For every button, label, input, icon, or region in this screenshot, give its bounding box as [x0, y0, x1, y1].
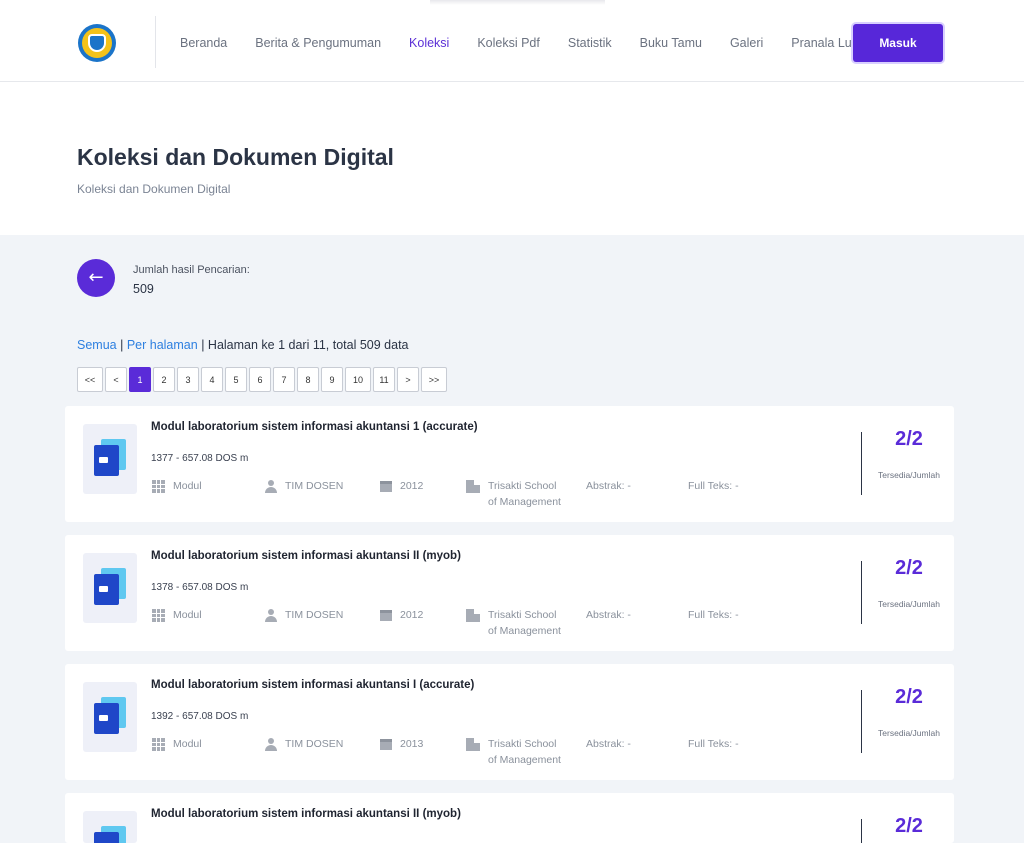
- navbar: Beranda Berita & Pengumuman Koleksi Kole…: [0, 0, 1024, 82]
- search-count-value: 509: [133, 282, 154, 296]
- page-last-button[interactable]: >>: [421, 367, 447, 392]
- result-title[interactable]: Modul laboratorium sistem informasi akun…: [151, 808, 461, 820]
- user-icon: [265, 609, 277, 622]
- result-year: 2013: [380, 738, 423, 750]
- page-10-button[interactable]: 10: [345, 367, 371, 392]
- show-all-link[interactable]: Semua: [77, 338, 117, 352]
- result-type: Modul: [152, 480, 202, 493]
- page-3-button[interactable]: 3: [177, 367, 199, 392]
- back-button[interactable]: ←: [77, 259, 115, 297]
- result-type: Modul: [152, 609, 202, 622]
- top-shadow: [430, 0, 605, 5]
- book-icon: [83, 424, 137, 494]
- availability-count: 2/2: [895, 557, 923, 579]
- result-abstract: Abstrak: -: [586, 609, 631, 621]
- result-publisher: Trisakti School of Management: [466, 480, 561, 510]
- card-divider: [861, 690, 862, 753]
- card-divider: [861, 561, 862, 624]
- nav-link-berita-pengumuman[interactable]: Berita & Pengumuman: [255, 36, 381, 50]
- building-icon: [466, 480, 480, 493]
- result-title[interactable]: Modul laboratorium sistem informasi akun…: [151, 550, 461, 562]
- nav-link-statistik[interactable]: Statistik: [568, 36, 612, 50]
- per-page-link[interactable]: Per halaman: [127, 338, 198, 352]
- grid-icon: [152, 738, 165, 751]
- book-icon: [83, 682, 137, 752]
- result-fulltext: Full Teks: -: [688, 738, 739, 750]
- result-card[interactable]: Modul laboratorium sistem informasi akun…: [65, 535, 954, 651]
- calendar-icon: [380, 739, 392, 750]
- nav-divider: [155, 16, 156, 68]
- result-call-number: 1392 - 657.08 DOS m: [151, 711, 249, 722]
- page-title: Koleksi dan Dokumen Digital: [77, 144, 394, 170]
- grid-icon: [152, 480, 165, 493]
- result-year: 2012: [380, 480, 423, 492]
- result-author: TIM DOSEN: [265, 609, 343, 622]
- result-publisher: Trisakti School of Management: [466, 738, 561, 768]
- availability-count: 2/2: [895, 686, 923, 708]
- logo-shield-icon: [88, 34, 106, 52]
- arrow-left-icon: ←: [88, 267, 104, 288]
- page-7-button[interactable]: 7: [273, 367, 295, 392]
- user-icon: [265, 738, 277, 751]
- nav-link-koleksi[interactable]: Koleksi: [409, 36, 449, 50]
- result-type: Modul: [152, 738, 202, 751]
- card-divider: [861, 432, 862, 495]
- availability-label: Tersedia/Jumlah: [878, 470, 940, 480]
- paging-separator: |: [201, 338, 205, 352]
- nav-link-galeri[interactable]: Galeri: [730, 36, 763, 50]
- page-2-button[interactable]: 2: [153, 367, 175, 392]
- result-year: 2012: [380, 609, 423, 621]
- nav-links: Beranda Berita & Pengumuman Koleksi Kole…: [180, 36, 908, 50]
- calendar-icon: [380, 610, 392, 621]
- page-4-button[interactable]: 4: [201, 367, 223, 392]
- result-card[interactable]: Modul laboratorium sistem informasi akun…: [65, 664, 954, 780]
- result-card[interactable]: Modul laboratorium sistem informasi akun…: [65, 406, 954, 522]
- page-8-button[interactable]: 8: [297, 367, 319, 392]
- nav-link-buku-tamu[interactable]: Buku Tamu: [640, 36, 702, 50]
- availability-label: Tersedia/Jumlah: [878, 599, 940, 609]
- search-count-label: Jumlah hasil Pencarian:: [133, 264, 250, 276]
- book-icon: [83, 811, 137, 843]
- availability-label: Tersedia/Jumlah: [878, 728, 940, 738]
- result-abstract: Abstrak: -: [586, 480, 631, 492]
- book-icon: [83, 553, 137, 623]
- tut-wuri-handayani-logo[interactable]: [78, 24, 116, 62]
- page-prev-button[interactable]: <: [105, 367, 127, 392]
- login-button[interactable]: Masuk: [853, 24, 943, 62]
- paging-separator: |: [120, 338, 124, 352]
- page-5-button[interactable]: 5: [225, 367, 247, 392]
- page-first-button[interactable]: <<: [77, 367, 103, 392]
- availability-count: 2/2: [895, 815, 923, 837]
- page-1-button[interactable]: 1: [129, 367, 151, 392]
- result-fulltext: Full Teks: -: [688, 609, 739, 621]
- page-11-button[interactable]: 11: [373, 367, 395, 392]
- card-divider: [861, 819, 862, 843]
- user-icon: [265, 480, 277, 493]
- breadcrumb: Koleksi dan Dokumen Digital: [77, 182, 231, 196]
- nav-link-beranda[interactable]: Beranda: [180, 36, 227, 50]
- result-call-number: 1378 - 657.08 DOS m: [151, 582, 249, 593]
- result-title[interactable]: Modul laboratorium sistem informasi akun…: [151, 421, 478, 433]
- building-icon: [466, 738, 480, 751]
- pagination: << < 1 2 3 4 5 6 7 8 9 10 11 > >>: [77, 367, 447, 392]
- page-6-button[interactable]: 6: [249, 367, 271, 392]
- result-card[interactable]: Modul laboratorium sistem informasi akun…: [65, 793, 954, 843]
- result-abstract: Abstrak: -: [586, 738, 631, 750]
- result-fulltext: Full Teks: -: [688, 480, 739, 492]
- nav-link-koleksi-pdf[interactable]: Koleksi Pdf: [477, 36, 540, 50]
- page-next-button[interactable]: >: [397, 367, 419, 392]
- grid-icon: [152, 609, 165, 622]
- result-author: TIM DOSEN: [265, 738, 343, 751]
- logo-emblem: [82, 28, 112, 58]
- page-9-button[interactable]: 9: [321, 367, 343, 392]
- result-author: TIM DOSEN: [265, 480, 343, 493]
- paging-summary: Halaman ke 1 dari 11, total 509 data: [207, 338, 409, 352]
- building-icon: [466, 609, 480, 622]
- result-title[interactable]: Modul laboratorium sistem informasi akun…: [151, 679, 474, 691]
- availability-count: 2/2: [895, 428, 923, 450]
- paging-info: Semua | Per halaman | Halaman ke 1 dari …: [77, 338, 409, 352]
- result-call-number: 1377 - 657.08 DOS m: [151, 453, 249, 464]
- result-publisher: Trisakti School of Management: [466, 609, 561, 639]
- calendar-icon: [380, 481, 392, 492]
